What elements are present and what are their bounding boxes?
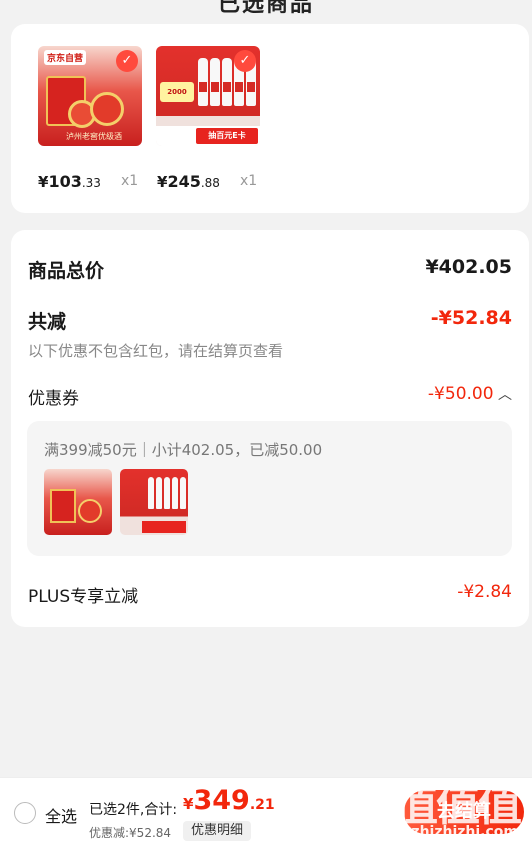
product-item[interactable]: 京东自营 泸州老窖优级酒 ✓ — [38, 46, 142, 146]
plus-discount-row: PLUS专享立减 -¥2.84 — [28, 582, 512, 607]
price-summary-card: 商品总价 ¥402.05 共减 -¥52.84 以下优惠不包含红包，请在结算页查… — [11, 230, 529, 627]
discount-total: 优惠减:¥52.84 — [89, 826, 172, 840]
reduce-row: 共减 -¥52.84 — [28, 307, 512, 334]
reduce-value: -¥52.84 — [430, 307, 512, 329]
product-list-card: 京东自营 泸州老窖优级酒 ✓ ¥103.33 x1 2000 抽百元E卡 ✓ ¥… — [11, 24, 529, 213]
discount-detail-button[interactable]: 优惠明细 — [183, 821, 252, 841]
reduce-label: 共减 — [28, 311, 67, 333]
coupon-value[interactable]: -¥50.00 ︿ — [428, 384, 512, 404]
coupon-product-thumb — [120, 469, 188, 535]
total-price-row: 商品总价 ¥402.05 — [28, 256, 512, 283]
product-item[interactable]: 2000 抽百元E卡 ✓ — [156, 46, 260, 146]
check-icon: ✓ — [234, 50, 256, 72]
discount-note: 以下优惠不包含红包，请在结算页查看 — [28, 342, 284, 360]
product-price: ¥245.88 — [157, 172, 220, 191]
plus-discount-label: PLUS专享立减 — [28, 587, 139, 607]
total-amount: ¥349.21 — [183, 785, 275, 816]
select-all-label[interactable]: 全选 — [45, 803, 77, 827]
product-image[interactable]: 京东自营 泸州老窖优级酒 ✓ — [38, 46, 142, 146]
total-price-label: 商品总价 — [28, 260, 105, 282]
coupon-detail-panel: 满399减50元｜小计402.05，已减50.00 — [27, 421, 512, 556]
product-image[interactable]: 2000 抽百元E卡 ✓ — [156, 46, 260, 146]
watermark-url: zhizhizhi.com — [411, 824, 518, 840]
coupon-label: 优惠券 — [28, 389, 79, 409]
page-title-partial: 已选商品 — [217, 0, 314, 14]
chevron-up-icon: ︿ — [493, 387, 512, 403]
coupon-detail-text: 满399减50元｜小计402.05，已减50.00 — [44, 441, 323, 459]
total-price-value: ¥402.05 — [425, 256, 512, 278]
check-icon: ✓ — [116, 50, 138, 72]
plus-discount-value: -¥2.84 — [457, 582, 512, 602]
product-price: ¥103.33 — [38, 172, 101, 191]
selected-info: 已选2件,合计: — [89, 802, 178, 818]
product-qty: x1 — [240, 173, 258, 189]
coupon-product-thumb — [44, 469, 112, 535]
product-qty: x1 — [121, 173, 139, 189]
coupon-row[interactable]: 优惠券 -¥50.00 ︿ — [28, 384, 512, 409]
select-all-radio[interactable] — [14, 802, 36, 824]
